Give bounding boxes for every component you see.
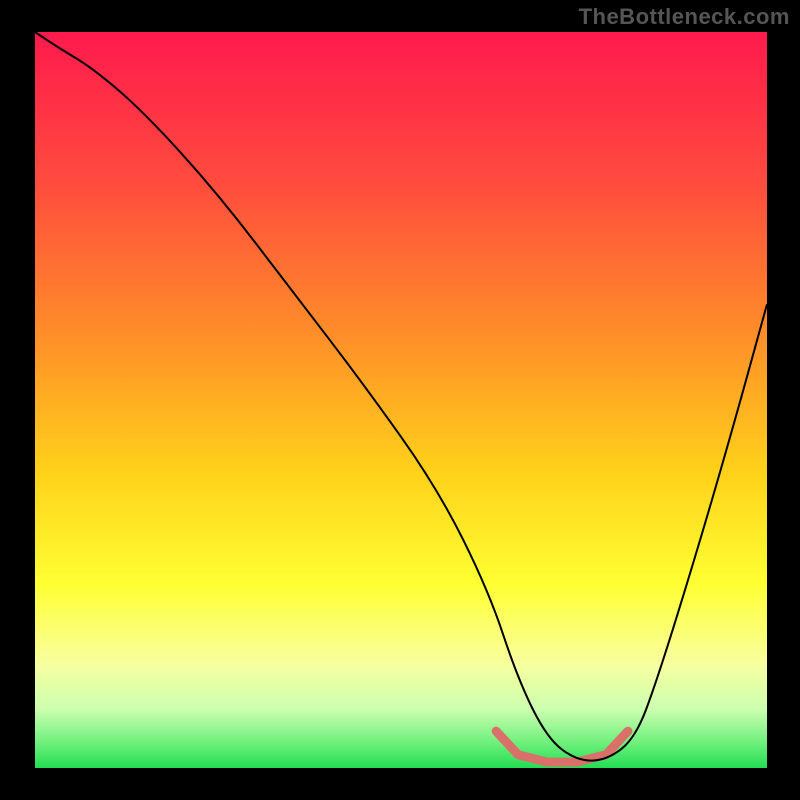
watermark-text: TheBottleneck.com — [579, 4, 790, 30]
plot-background — [35, 32, 767, 768]
bottleneck-chart — [0, 0, 800, 800]
chart-frame: TheBottleneck.com — [0, 0, 800, 800]
